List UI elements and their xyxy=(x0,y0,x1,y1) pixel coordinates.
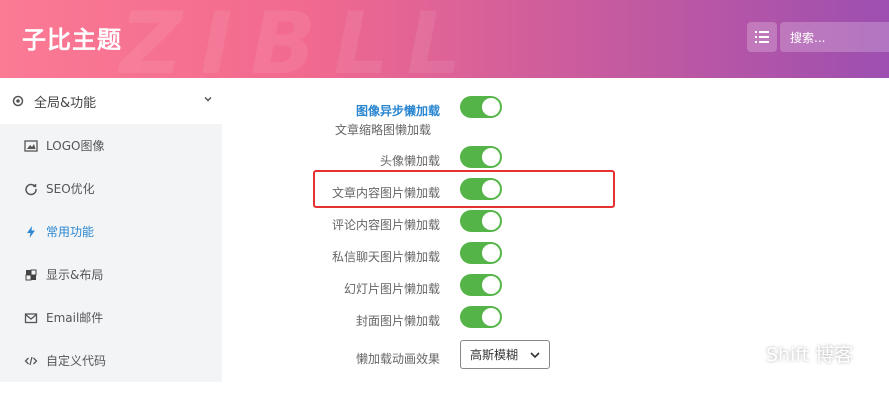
highlight-box xyxy=(313,170,615,208)
menu-button[interactable] xyxy=(747,22,777,52)
sidebar-item-email[interactable]: Email邮件 xyxy=(0,296,222,339)
sidebar-item-label: 常用功能 xyxy=(46,225,95,239)
mail-icon xyxy=(24,311,38,325)
brand-title: 子比主题 xyxy=(22,26,122,54)
sidebar-item-label: 自定义代码 xyxy=(46,354,107,368)
watermark-text: Shift 博客 xyxy=(766,344,854,366)
toggle-knob xyxy=(482,212,500,230)
header-watermark: ZIBLL xyxy=(120,0,480,78)
toggle-knob xyxy=(482,308,500,326)
bolt-icon xyxy=(24,225,38,239)
section-subtitle: 文章缩略图懒加载 xyxy=(335,123,432,137)
comment-image-lazyload-toggle[interactable] xyxy=(460,210,502,232)
slider-image-lazyload-toggle[interactable] xyxy=(460,274,502,296)
chevron-down-icon xyxy=(530,352,540,359)
avatar-lazyload-toggle[interactable] xyxy=(460,146,502,168)
sidebar-item-display[interactable]: 显示&布局 xyxy=(0,253,222,296)
lazyload-toggle[interactable] xyxy=(460,96,502,118)
layout-icon xyxy=(24,268,38,282)
header-bar: ZIBLL 子比主题 搜索... xyxy=(0,0,889,78)
sidebar-item-label: 显示&布局 xyxy=(46,268,104,282)
sidebar-group-label: 全局&功能 xyxy=(34,95,97,111)
setting-row: 私信聊天图片懒加载 xyxy=(222,240,662,270)
wechat-watermark: Shift 博客 xyxy=(730,340,853,367)
effect-label: 懒加载动画效果 xyxy=(355,352,440,366)
setting-label: 头像懒加载 xyxy=(379,154,440,168)
setting-row-lazyload: 图像异步懒加载 xyxy=(222,94,662,124)
setting-row-effect: 懒加载动画效果 xyxy=(222,342,662,372)
toggle-knob xyxy=(482,244,500,262)
code-icon xyxy=(24,354,38,368)
setting-label: 封面图片懒加载 xyxy=(355,314,440,328)
sidebar-item-logo[interactable]: LOGO图像 xyxy=(0,124,222,167)
toggle-knob xyxy=(482,98,500,116)
search-input[interactable]: 搜索... xyxy=(780,22,889,52)
sidebar-group-global[interactable]: 全局&功能 xyxy=(0,78,222,124)
list-icon xyxy=(755,31,769,43)
cover-image-lazyload-toggle[interactable] xyxy=(460,306,502,328)
sidebar-item-common[interactable]: 常用功能 xyxy=(0,210,222,253)
sidebar: 全局&功能 LOGO图像 SEO优化 常用功能 显示&布局 Email邮件 自定… xyxy=(0,78,222,393)
sidebar-item-label: SEO优化 xyxy=(46,182,95,196)
sidebar-item-custom-code[interactable]: 自定义代码 xyxy=(0,339,222,382)
wechat-icon xyxy=(731,343,757,364)
toggle-knob xyxy=(482,148,500,166)
effect-select[interactable]: 高斯模糊 xyxy=(460,340,550,369)
setting-row: 封面图片懒加载 xyxy=(222,304,662,334)
sidebar-item-seo[interactable]: SEO优化 xyxy=(0,167,222,210)
setting-label: 私信聊天图片懒加载 xyxy=(331,250,440,264)
setting-label: 幻灯片图片懒加载 xyxy=(343,282,440,296)
image-icon xyxy=(24,139,38,153)
refresh-icon xyxy=(24,182,38,196)
chevron-down-icon xyxy=(204,96,212,102)
section-title: 图像异步懒加载 xyxy=(355,104,440,118)
chat-image-lazyload-toggle[interactable] xyxy=(460,242,502,264)
setting-row: 幻灯片图片懒加载 xyxy=(222,272,662,302)
setting-row: 评论内容图片懒加载 xyxy=(222,208,662,238)
sidebar-item-label: Email邮件 xyxy=(46,311,104,325)
effect-select-value: 高斯模糊 xyxy=(470,348,519,362)
setting-label: 评论内容图片懒加载 xyxy=(331,218,440,232)
gear-icon xyxy=(12,95,24,107)
toggle-knob xyxy=(482,276,500,294)
sidebar-item-label: LOGO图像 xyxy=(46,139,105,153)
